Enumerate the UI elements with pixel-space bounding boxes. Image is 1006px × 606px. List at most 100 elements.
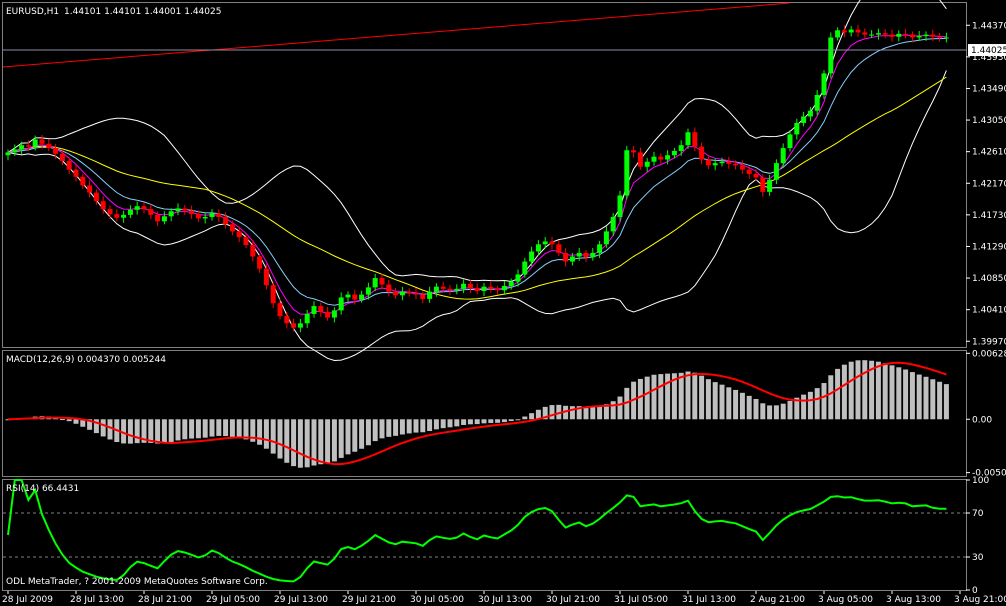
macd-bar <box>209 419 215 437</box>
macd-bar <box>692 372 698 420</box>
macd-bar <box>277 419 283 459</box>
macd-bar <box>399 419 405 435</box>
macd-tick-label: 0.00628 <box>972 349 1006 359</box>
chart-window[interactable]: EURUSD,H1 1.44101 1.44101 1.44001 1.4402… <box>0 0 1006 606</box>
macd-bar <box>420 419 426 433</box>
macd-bar <box>529 413 535 420</box>
macd-bar <box>522 416 528 420</box>
rsi-tick-label: 30 <box>972 553 984 563</box>
macd-bar <box>733 389 739 420</box>
macd-bar <box>406 419 412 434</box>
macd-bar <box>202 419 208 438</box>
macd-bar <box>597 406 603 420</box>
macd-bar <box>379 419 385 439</box>
candle <box>624 145 630 200</box>
macd-bar <box>780 403 786 420</box>
macd-bar <box>297 419 303 468</box>
macd-bar <box>372 419 378 442</box>
macd-bar <box>651 374 657 420</box>
macd-bar <box>291 419 297 467</box>
macd-bar <box>583 406 589 420</box>
macd-bar <box>495 419 501 423</box>
macd-bar <box>739 392 745 420</box>
macd-bar <box>678 372 684 420</box>
macd-bar <box>107 419 113 440</box>
macd-bar <box>461 419 467 425</box>
time-tick-label: 28 Jul 21:00 <box>138 595 192 605</box>
macd-bar <box>930 379 936 420</box>
macd-bar <box>501 419 507 423</box>
price-tick-label: 1.41730 <box>972 211 1006 221</box>
macd-bar <box>875 361 881 420</box>
macd-bar <box>937 381 943 420</box>
macd-bar <box>855 360 861 420</box>
macd-bar <box>835 368 841 420</box>
macd-bar <box>515 419 521 421</box>
price-tick-label: 1.41290 <box>972 242 1006 252</box>
macd-bar <box>331 419 337 462</box>
macd-bar <box>304 419 310 468</box>
macd-bar <box>685 371 691 420</box>
rsi-tick-label: 70 <box>972 509 984 519</box>
macd-bar <box>195 419 201 439</box>
macd-bar <box>127 419 133 444</box>
macd-bar <box>270 419 276 454</box>
macd-bar <box>882 363 888 420</box>
price-tick-label: 1.44370 <box>972 21 1006 31</box>
time-tick-label: 31 Jul 05:00 <box>614 595 668 605</box>
time-tick-label: 3 Aug 21:00 <box>954 595 1006 605</box>
macd-bar <box>889 365 895 420</box>
price-tick-label: 1.42610 <box>972 148 1006 158</box>
ohlc-readout: 1.44101 1.44101 1.44001 1.44025 <box>64 7 221 17</box>
macd-bar <box>365 419 371 446</box>
macd-bar <box>862 360 868 420</box>
macd-bar <box>896 367 902 420</box>
macd-bar <box>134 419 140 444</box>
macd-bar <box>447 419 453 428</box>
macd-bar <box>182 419 188 440</box>
macd-bar <box>216 419 222 436</box>
time-tick-label: 29 Jul 21:00 <box>342 595 396 605</box>
macd-bar <box>440 419 446 429</box>
macd-bar <box>705 379 711 420</box>
time-tick-label: 29 Jul 13:00 <box>274 595 328 605</box>
macd-bar <box>923 376 929 420</box>
price-tick-label: 1.39970 <box>972 337 1006 347</box>
macd-bar <box>569 406 575 420</box>
time-tick-label: 30 Jul 21:00 <box>546 595 600 605</box>
macd-bar <box>433 419 439 430</box>
macd-bar <box>746 395 752 420</box>
macd-bar <box>427 419 433 432</box>
macd-bar <box>787 400 793 420</box>
chart-background <box>0 0 1006 606</box>
macd-bar <box>658 374 664 420</box>
macd-bar <box>284 419 290 463</box>
macd-bar <box>318 419 324 465</box>
macd-bar <box>352 419 358 452</box>
macd-bar <box>168 419 174 442</box>
macd-bar <box>393 419 399 436</box>
macd-bar <box>189 419 195 439</box>
macd-bar <box>726 387 732 420</box>
macd-bar <box>236 419 242 438</box>
time-tick-label: 29 Jul 05:00 <box>206 595 260 605</box>
macd-bar <box>175 419 181 441</box>
macd-bar <box>549 405 555 420</box>
macd-bar <box>508 419 514 422</box>
macd-bar <box>161 419 167 444</box>
macd-bar <box>345 419 351 455</box>
macd-bar <box>699 375 705 420</box>
macd-bar <box>821 383 827 420</box>
rsi-tick-label: 100 <box>972 476 989 486</box>
macd-bar <box>637 378 643 420</box>
macd-bar <box>617 396 623 420</box>
macd-bar <box>814 388 820 420</box>
macd-bar <box>413 419 419 433</box>
time-tick-label: 31 Jul 13:00 <box>682 595 736 605</box>
macd-bar <box>916 374 922 420</box>
macd-bar <box>73 419 79 424</box>
macd-bar <box>841 364 847 420</box>
macd-bar <box>943 384 949 420</box>
macd-bar <box>481 419 487 424</box>
macd-bar <box>359 419 365 449</box>
